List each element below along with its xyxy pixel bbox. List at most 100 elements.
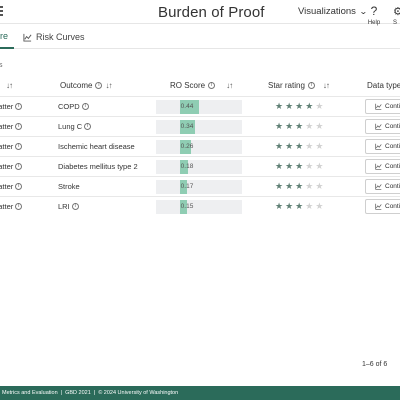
settings-button[interactable]: ⚙ S bbox=[393, 2, 400, 26]
tab-active[interactable]: re bbox=[0, 25, 15, 49]
table-row[interactable]: matteriLung Ci0.34★★★★★Conti bbox=[0, 116, 400, 136]
footer-text: © 2024 University of Washington bbox=[98, 390, 179, 396]
line-chart-icon bbox=[375, 203, 382, 210]
table-row[interactable]: matteriDiabetes mellitus type 20.18★★★★★… bbox=[0, 156, 400, 176]
table-row[interactable]: matteriCOPDi0.44★★★★★Conti bbox=[0, 96, 400, 116]
ro-score-bar: 0.17 bbox=[156, 180, 242, 194]
ro-score-header[interactable]: RO Score i ↓↑ bbox=[170, 81, 233, 90]
table-row[interactable]: matteriLRIi0.15★★★★★Conti bbox=[0, 196, 400, 216]
ro-score-bar: 0.34 bbox=[156, 120, 242, 134]
star-rating: ★ ★ ★ ★ ★ bbox=[275, 121, 323, 131]
info-icon[interactable]: i bbox=[15, 143, 23, 150]
risk-sort-header[interactable]: ↓↑ bbox=[6, 81, 13, 90]
star-empty-icon: ★ bbox=[315, 161, 324, 171]
question-icon: ? bbox=[370, 4, 378, 18]
star-rating: ★ ★ ★ ★ ★ bbox=[275, 141, 323, 151]
info-icon[interactable]: i bbox=[15, 203, 23, 210]
star-empty-icon: ★ bbox=[305, 161, 314, 171]
data-type-button[interactable]: Conti bbox=[365, 99, 400, 114]
info-icon[interactable]: i bbox=[15, 123, 23, 130]
info-icon[interactable]: i bbox=[15, 163, 23, 170]
visualizations-menu[interactable]: Visualizations ⌄ bbox=[298, 6, 368, 17]
star-filled-icon: ★ bbox=[275, 141, 284, 151]
info-icon[interactable]: i bbox=[208, 82, 216, 89]
ro-score-value: 0.18 bbox=[180, 163, 194, 170]
star-empty-icon: ★ bbox=[315, 101, 324, 111]
data-type-header-label: Data type bbox=[367, 81, 400, 90]
visualizations-label: Visualizations bbox=[298, 6, 356, 17]
line-chart-icon bbox=[375, 163, 382, 170]
data-type-button[interactable]: Conti bbox=[365, 159, 400, 174]
data-type-header: Data type bbox=[367, 81, 400, 90]
risk-cell: matteri bbox=[0, 122, 23, 131]
sort-icon: ↓↑ bbox=[6, 81, 13, 90]
star-filled-icon: ★ bbox=[285, 121, 294, 131]
star-rating-header[interactable]: Star rating i ↓↑ bbox=[268, 81, 330, 90]
line-chart-icon bbox=[375, 183, 382, 190]
info-icon[interactable]: i bbox=[84, 123, 92, 130]
data-type-label: Conti bbox=[385, 203, 400, 210]
info-icon[interactable]: i bbox=[15, 103, 23, 110]
star-rating-header-label: Star rating bbox=[268, 81, 305, 90]
info-icon[interactable]: i bbox=[95, 82, 103, 89]
outcome-cell: Lung Ci bbox=[58, 122, 92, 131]
risk-cell: matteri bbox=[0, 182, 23, 191]
info-icon[interactable]: i bbox=[307, 82, 315, 89]
star-empty-icon: ★ bbox=[315, 121, 324, 131]
star-filled-icon: ★ bbox=[295, 201, 304, 211]
star-rating: ★ ★ ★ ★ ★ bbox=[275, 201, 323, 211]
star-empty-icon: ★ bbox=[315, 201, 324, 211]
risk-name: matter bbox=[0, 182, 14, 191]
info-icon[interactable]: i bbox=[71, 203, 79, 210]
sort-icon: ↓↑ bbox=[322, 81, 330, 90]
help-button[interactable]: ? Help bbox=[366, 2, 382, 26]
footer: Metrics and Evaluation | GBD 2021 | © 2024 U… bbox=[0, 386, 400, 400]
sort-icon: ↓↑ bbox=[105, 81, 112, 90]
info-icon[interactable]: i bbox=[15, 183, 23, 190]
data-type-label: Conti bbox=[385, 163, 400, 170]
star-filled-icon: ★ bbox=[285, 161, 294, 171]
app-title: Burden of Proof bbox=[158, 4, 265, 21]
ro-score-bar: 0.18 bbox=[156, 160, 242, 174]
star-empty-icon: ★ bbox=[315, 141, 324, 151]
line-chart-icon bbox=[375, 123, 382, 130]
outcome-header[interactable]: Outcome i ↓↑ bbox=[60, 81, 112, 90]
sort-icon: ↓↑ bbox=[226, 81, 233, 90]
star-filled-icon: ★ bbox=[295, 121, 304, 131]
star-rating: ★ ★ ★ ★ ★ bbox=[275, 101, 323, 111]
ro-score-header-label: RO Score bbox=[170, 81, 206, 90]
ro-score-value: 0.15 bbox=[180, 203, 194, 210]
footer-text: GBD 2021 bbox=[65, 390, 91, 396]
outcome-header-label: Outcome bbox=[60, 81, 93, 90]
outcome-name: Lung C bbox=[58, 122, 83, 131]
line-chart-icon bbox=[375, 103, 382, 110]
star-rating: ★ ★ ★ ★ ★ bbox=[275, 161, 323, 171]
risk-name: matter bbox=[0, 162, 14, 171]
menu-icon[interactable] bbox=[0, 6, 5, 17]
data-type-button[interactable]: Conti bbox=[365, 199, 400, 214]
outcome-name: COPD bbox=[58, 102, 80, 111]
data-type-button[interactable]: Conti bbox=[365, 139, 400, 154]
star-empty-icon: ★ bbox=[305, 121, 314, 131]
risk-name: matter bbox=[0, 202, 14, 211]
table-row[interactable]: matteriStroke0.17★★★★★Conti bbox=[0, 176, 400, 196]
ro-score-bar: 0.15 bbox=[156, 200, 242, 214]
star-filled-icon: ★ bbox=[275, 101, 284, 111]
data-type-button[interactable]: Conti bbox=[365, 119, 400, 134]
risk-cell: matteri bbox=[0, 102, 23, 111]
star-filled-icon: ★ bbox=[285, 101, 294, 111]
gear-icon: ⚙ bbox=[393, 6, 400, 18]
pagination-text: 1–6 of 6 bbox=[362, 361, 388, 368]
star-filled-icon: ★ bbox=[285, 181, 294, 191]
star-empty-icon: ★ bbox=[315, 181, 324, 191]
tab-risk-curves[interactable]: Risk Curves bbox=[23, 25, 85, 49]
info-icon[interactable]: i bbox=[81, 103, 89, 110]
ro-score-value: 0.17 bbox=[180, 183, 194, 190]
ro-score-bar: 0.26 bbox=[156, 140, 242, 154]
star-empty-icon: ★ bbox=[305, 141, 314, 151]
data-type-button[interactable]: Conti bbox=[365, 179, 400, 194]
star-empty-icon: ★ bbox=[305, 201, 314, 211]
risk-name: matter bbox=[0, 102, 14, 111]
outcome-cell: LRI i bbox=[58, 202, 79, 211]
table-row[interactable]: matteriIschemic heart disease0.26★★★★★Co… bbox=[0, 136, 400, 156]
